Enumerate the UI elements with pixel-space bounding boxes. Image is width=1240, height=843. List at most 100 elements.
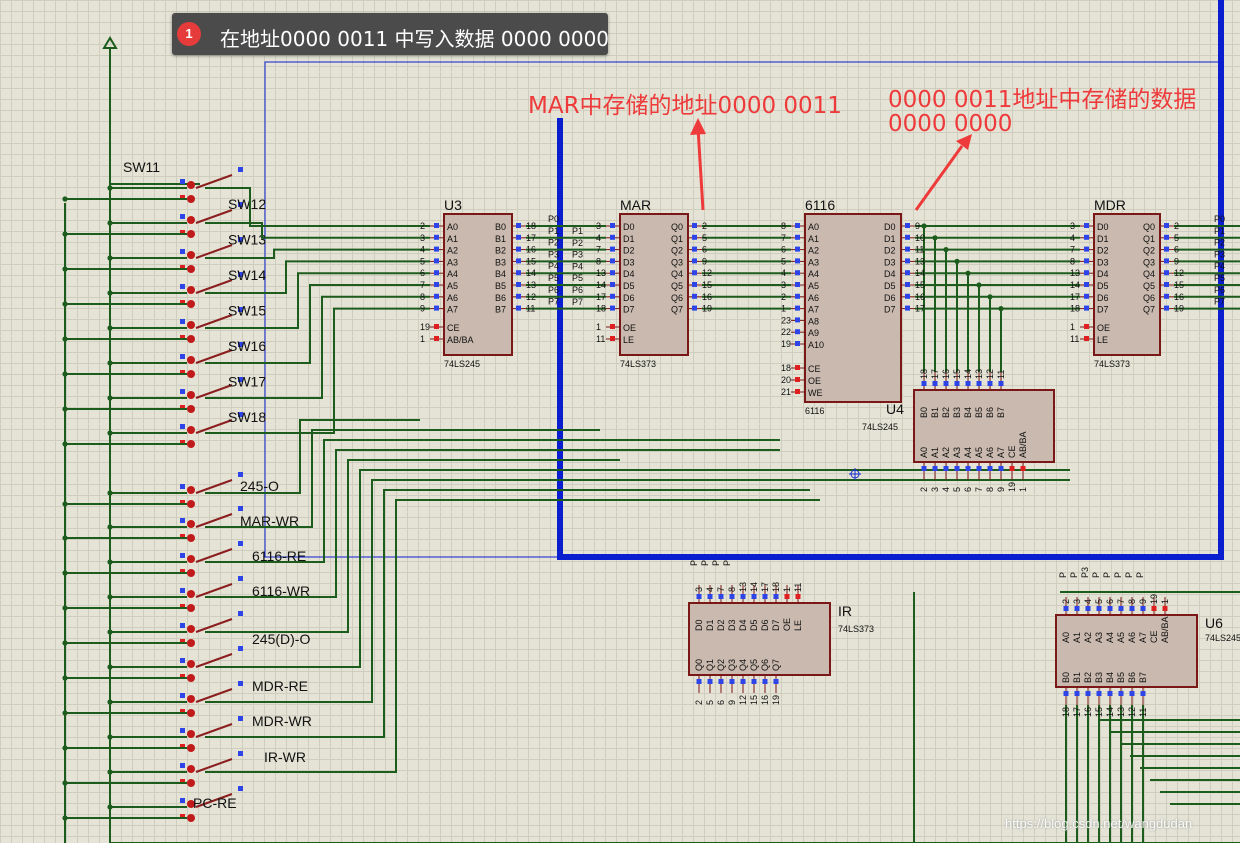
pin-label: A2 [447,246,458,256]
pin-marker [1164,293,1169,299]
pin-number: 17 [526,233,536,243]
pin-number: 3 [1070,221,1075,231]
pin-number: 16 [915,292,925,302]
pin-label: B3 [1094,672,1104,683]
pin-marker [905,223,910,228]
pin-number: 2 [919,487,929,492]
pin-number: 2 [694,700,704,705]
pin-label: Q2 [1143,246,1155,256]
pin-label: D4 [884,269,896,279]
pin-marker [1107,691,1113,696]
pin-number: 11 [793,583,803,592]
pin-label: A6 [1127,632,1137,643]
pin-marker [740,679,746,684]
pin-label: Q0 [1143,222,1155,232]
pin-marker [905,258,910,264]
pin-marker [905,305,910,311]
pin-marker [1164,234,1169,240]
chip-ir[interactable]: D0 3 D1 4 D2 7 D3 8 D4 13 D5 14 D6 17 D7 18 OE 1 LE 11 Q0 2 Q1… [688,582,831,705]
pin-marker [610,234,615,240]
pin-number: 6 [716,700,726,705]
pin-marker [1084,234,1089,240]
pin-marker [434,293,439,299]
pin-marker [434,234,439,240]
pin-marker [965,466,971,471]
pin-label: D3 [727,619,737,631]
pin-number: 18 [596,304,606,314]
pin-marker [610,270,615,276]
pin-number: 16 [1174,292,1184,302]
pin-marker [762,594,768,599]
pin-label: D3 [1097,257,1109,267]
chip-u6[interactable]: A0 2 A1 3 A2 4 A3 5 A4 6 A5 7 A6 8 A7 9 CE 19 AB/BA 1 B0 18 B1… [1055,594,1198,717]
pin-label: D2 [1097,246,1109,256]
pin-label: A6 [985,447,995,458]
chip-mar[interactable]: MAR 74LS373 D0 3 D1 4 D2 7 D3 8 D4 13 D5 14 D6 17 D7 18 Q0… [596,197,712,369]
pin-number: 13 [1116,707,1126,717]
pin-marker [434,258,439,264]
chip-part: 74LS373 [1094,359,1130,369]
pin-label: A3 [952,447,962,458]
pin-number: 4 [1083,599,1093,604]
pin-label: B0 [495,222,506,232]
pin-label: B7 [495,305,506,315]
pin-number: 5 [705,700,715,705]
pin-number: 17 [915,304,925,314]
net-label: P2 [548,238,559,248]
pin-number: 2 [1174,221,1179,231]
pin-number: 16 [760,695,770,705]
pin-label: B5 [495,281,506,291]
chip-ram[interactable]: 6116 6116 A0 8 A1 7 A2 6 A3 5 A4 4 A5 3 A6 2 A7 1 A8 23 A9 22… [781,197,925,416]
pin-label: A2 [1083,632,1093,643]
pin-marker [1084,324,1089,329]
pin-label: B4 [495,269,506,279]
pin-number: 7 [1116,599,1126,604]
pin-number: 17 [760,582,770,592]
net-label: P [1113,572,1123,578]
pin-label: A4 [447,269,458,279]
pin-marker [795,246,800,252]
pin-number: 7 [974,487,984,492]
pin-label: A2 [941,447,951,458]
pin-number: 2 [781,292,786,302]
pin-number: 14 [749,582,759,592]
pin-number: 8 [420,292,425,302]
pin-number: 9 [1138,599,1148,604]
chip-name: MDR [1094,197,1126,213]
pin-label: D7 [623,305,635,315]
pin-number: 4 [420,245,425,255]
chip-part: 74LS373 [620,359,656,369]
chip-name: U3 [444,197,462,213]
pin-marker [692,223,697,228]
pin-label: Q5 [1143,281,1155,291]
pin-marker [696,679,702,684]
chip-u3[interactable]: U3 74LS245 A0 2 A1 3 A2 4 A3 5 A4 6 A5 7 A6 8 A7 9 B0 18 B1 1… [420,197,536,369]
watermark: https://blog.csdn.net/wangdudan [1005,816,1193,831]
pin-number: 18 [1061,707,1071,717]
pin-marker [932,466,938,471]
pin-marker [1074,606,1080,611]
pin-marker [921,381,927,386]
pin-number: 12 [702,268,712,278]
pin-marker [1129,606,1135,611]
pin-marker [610,258,615,264]
pin-number: 19 [1007,482,1017,492]
pin-label: LE [793,620,803,631]
step-callout[interactable]: 1 在地址0000 0011 中写入数据 0000 0000 [172,13,609,55]
chip-u4[interactable]: B018B117B216B315B414B513B612B711A02A13A2… [913,369,1055,492]
pin-number: 5 [1174,233,1179,243]
chip-name-u4: U4 [886,401,904,417]
pin-number: 1 [596,322,601,332]
pin-label: D6 [623,293,635,303]
pin-marker [1164,305,1169,311]
pin-marker [1140,691,1146,696]
pin-label: CE [808,364,821,374]
chip-mdr[interactable]: MDR 74LS373 D0 3 D1 4 D2 7 D3 8 D4 13 D5 14 D6 17 D7 18 Q0… [1070,197,1184,369]
pin-label: A1 [808,234,819,244]
net-label: P [1069,572,1079,578]
pin-marker [1084,258,1089,264]
pin-marker [943,466,949,471]
net-label: P2 [1214,238,1225,248]
pin-label: D6 [760,619,770,631]
pin-number: 19 [1174,304,1184,314]
